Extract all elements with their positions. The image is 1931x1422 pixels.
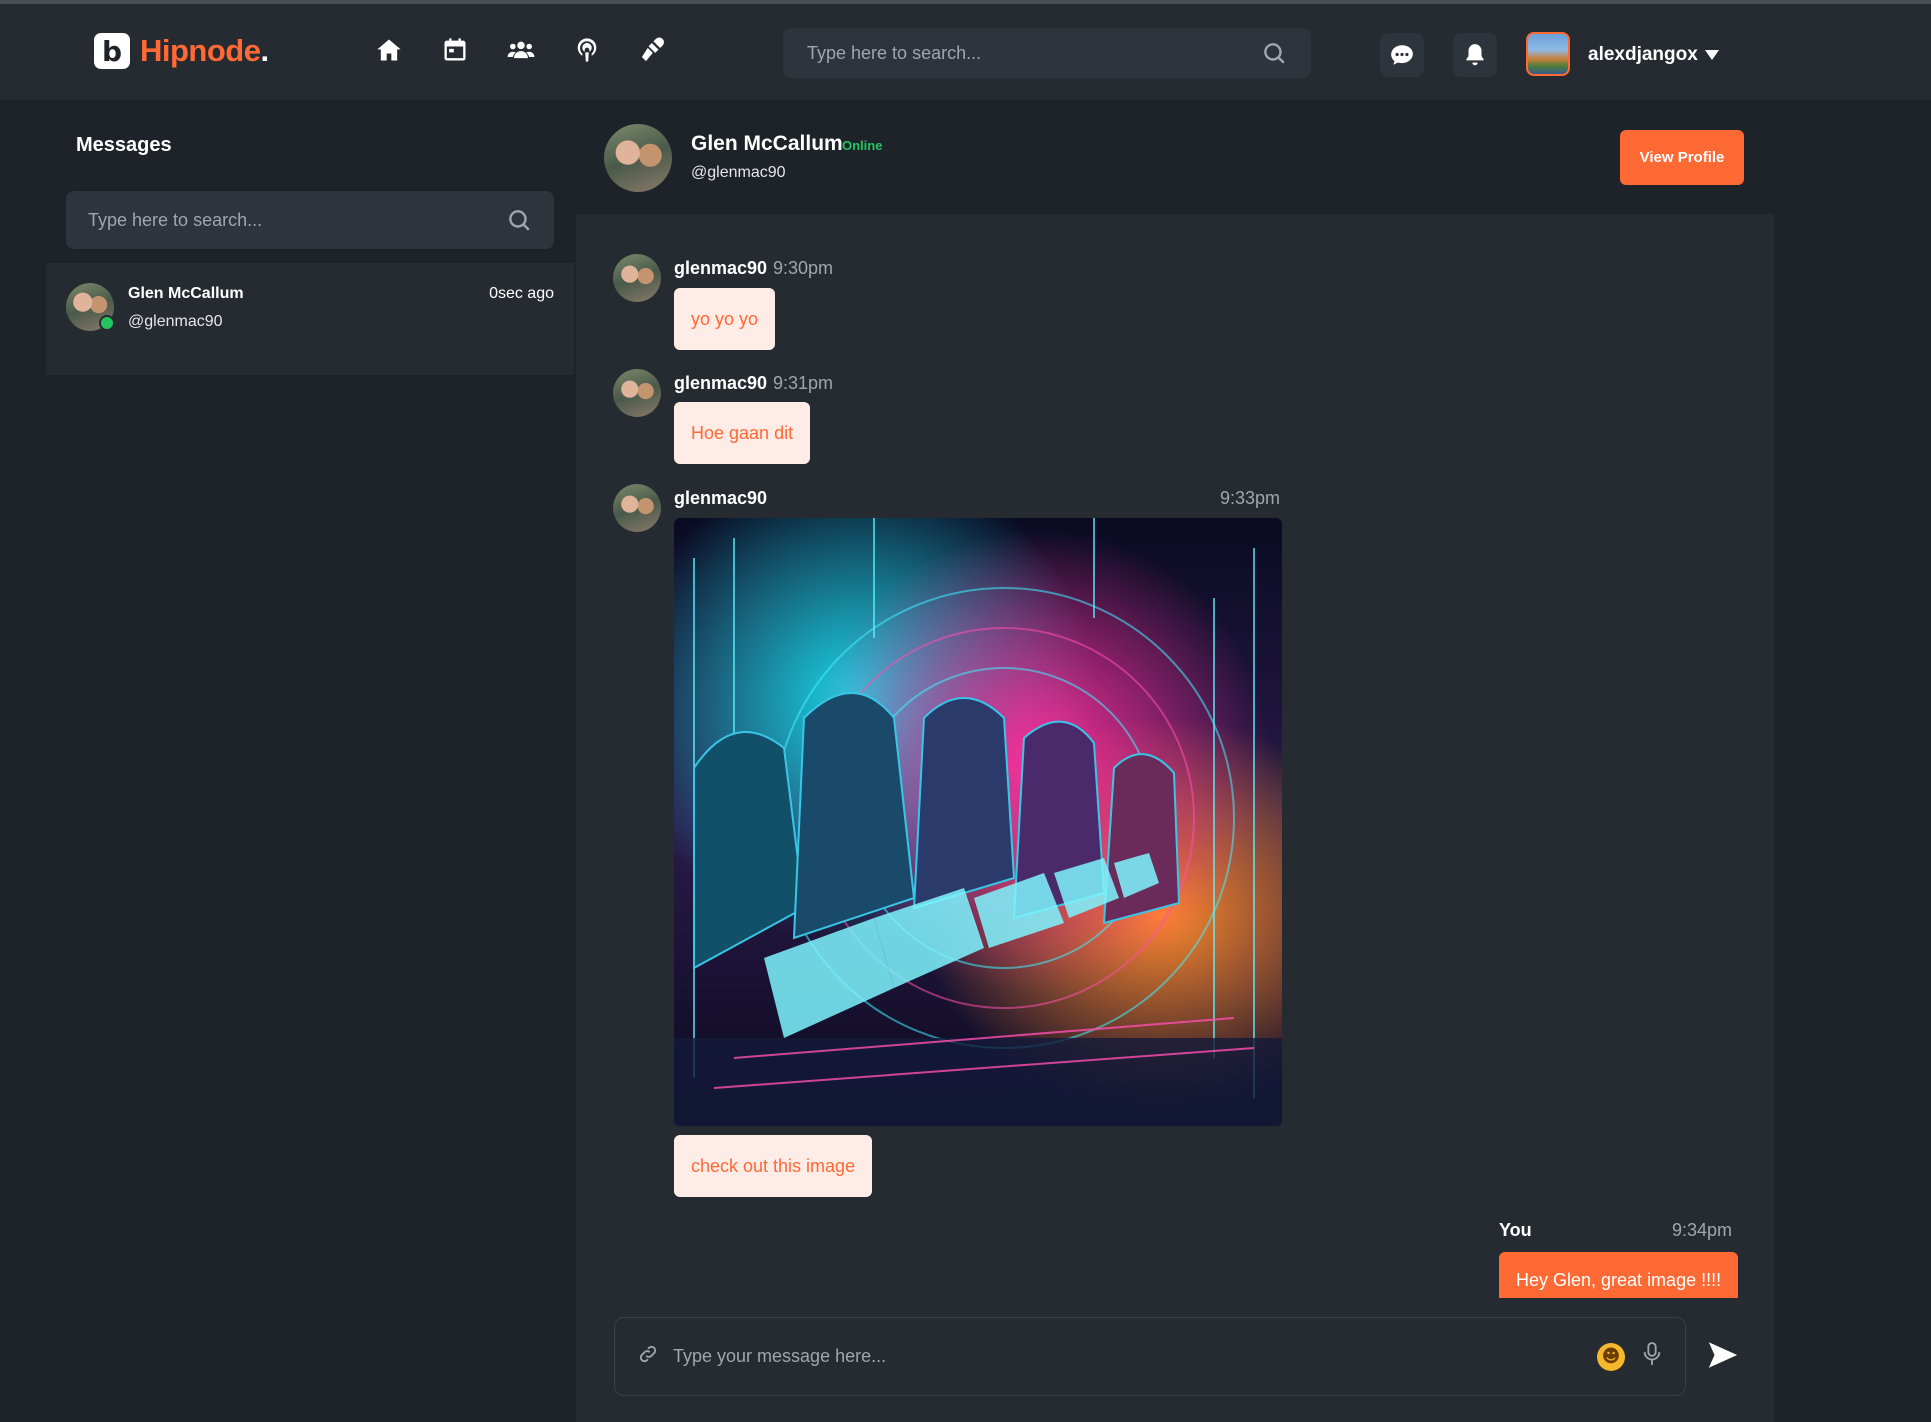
online-status: Online — [842, 138, 883, 153]
message-bubble: yo yo yo — [674, 288, 776, 350]
message-sender: glenmac90 — [674, 258, 768, 278]
bell-icon — [1466, 44, 1484, 66]
conversation-handle: @glenmac90 — [128, 313, 223, 330]
online-indicator — [99, 315, 115, 331]
logo-icon: b — [94, 33, 130, 69]
chat-header: Glen McCallum Online @glenmac90 View Pro… — [576, 100, 1774, 214]
message-sender: glenmac90 — [674, 373, 768, 393]
chat-input-area: Type your message here... ☻ — [576, 1298, 1774, 1422]
right-margin — [1774, 100, 1931, 1422]
conversation-time: 0sec ago — [489, 285, 554, 302]
message-sender: You — [1499, 1220, 1532, 1240]
contact-avatar[interactable] — [604, 124, 672, 192]
message-time: 9:34pm — [1672, 1220, 1733, 1240]
home-icon[interactable] — [374, 35, 404, 65]
message-time: 9:30pm — [773, 258, 834, 278]
chat-panel: Glen McCallum Online @glenmac90 View Pro… — [576, 100, 1774, 1422]
send-icon — [1708, 1342, 1738, 1368]
emoji-icon[interactable]: ☻ — [1597, 1342, 1625, 1371]
message-input-placeholder: Type your message here... — [673, 1346, 887, 1366]
message-bubble: check out this image — [674, 1135, 873, 1197]
contact-name: Glen McCallum — [691, 132, 843, 155]
search-icon[interactable] — [506, 207, 532, 233]
attachment-icon[interactable] — [637, 1343, 659, 1370]
message-avatar — [613, 484, 661, 532]
notifications-button[interactable] — [1453, 33, 1497, 77]
view-profile-button[interactable]: View Profile — [1620, 130, 1744, 185]
avatar[interactable] — [1526, 32, 1570, 76]
conversation-search-input[interactable]: Type here to search... — [66, 191, 554, 249]
message-avatar — [613, 254, 661, 302]
send-button[interactable] — [1706, 1338, 1742, 1374]
logo[interactable]: b Hipnode. — [94, 33, 269, 69]
messages-button[interactable] — [1380, 33, 1424, 77]
message-sender: glenmac90 — [674, 488, 768, 508]
search-icon[interactable] — [1261, 40, 1287, 66]
calendar-icon[interactable] — [440, 35, 470, 65]
sidebar-title: Messages — [76, 134, 172, 156]
microphone-icon[interactable] — [1641, 1341, 1663, 1372]
message-bubble-own: Hey Glen, great image !!!! — [1499, 1252, 1739, 1298]
message-time: 9:33pm — [1220, 488, 1281, 508]
logo-dot: . — [260, 33, 270, 68]
global-search-placeholder: Type here to search... — [807, 42, 982, 63]
username[interactable]: alexdjangox — [1588, 44, 1698, 66]
conversation-item[interactable]: Glen McCallum @glenmac90 0sec ago — [46, 263, 574, 375]
logo-text: Hipnode — [140, 33, 261, 68]
global-search-input[interactable]: Type here to search... — [783, 28, 1311, 78]
message-avatar — [613, 369, 661, 417]
chat-bubble-icon — [1391, 45, 1413, 65]
shared-image[interactable] — [674, 518, 1282, 1126]
podcast-icon[interactable] — [572, 35, 602, 65]
messages-sidebar: Messages Type here to search... Glen McC… — [46, 100, 574, 1422]
interview-icon[interactable] — [638, 35, 668, 65]
conversation-name: Glen McCallum — [128, 285, 244, 302]
shared-image-artwork — [674, 518, 1282, 1126]
main-nav — [374, 35, 668, 65]
message-time: 9:31pm — [773, 373, 834, 393]
groups-icon[interactable] — [506, 35, 536, 65]
contact-handle: @glenmac90 — [691, 164, 786, 181]
chevron-down-icon[interactable] — [1705, 50, 1719, 60]
conversation-search-placeholder: Type here to search... — [88, 209, 263, 230]
message-bubble: Hoe gaan dit — [674, 402, 811, 464]
top-header: b Hipnode. Type here to search... alexdj… — [0, 4, 1931, 100]
message-input[interactable]: Type your message here... ☻ — [614, 1317, 1686, 1396]
